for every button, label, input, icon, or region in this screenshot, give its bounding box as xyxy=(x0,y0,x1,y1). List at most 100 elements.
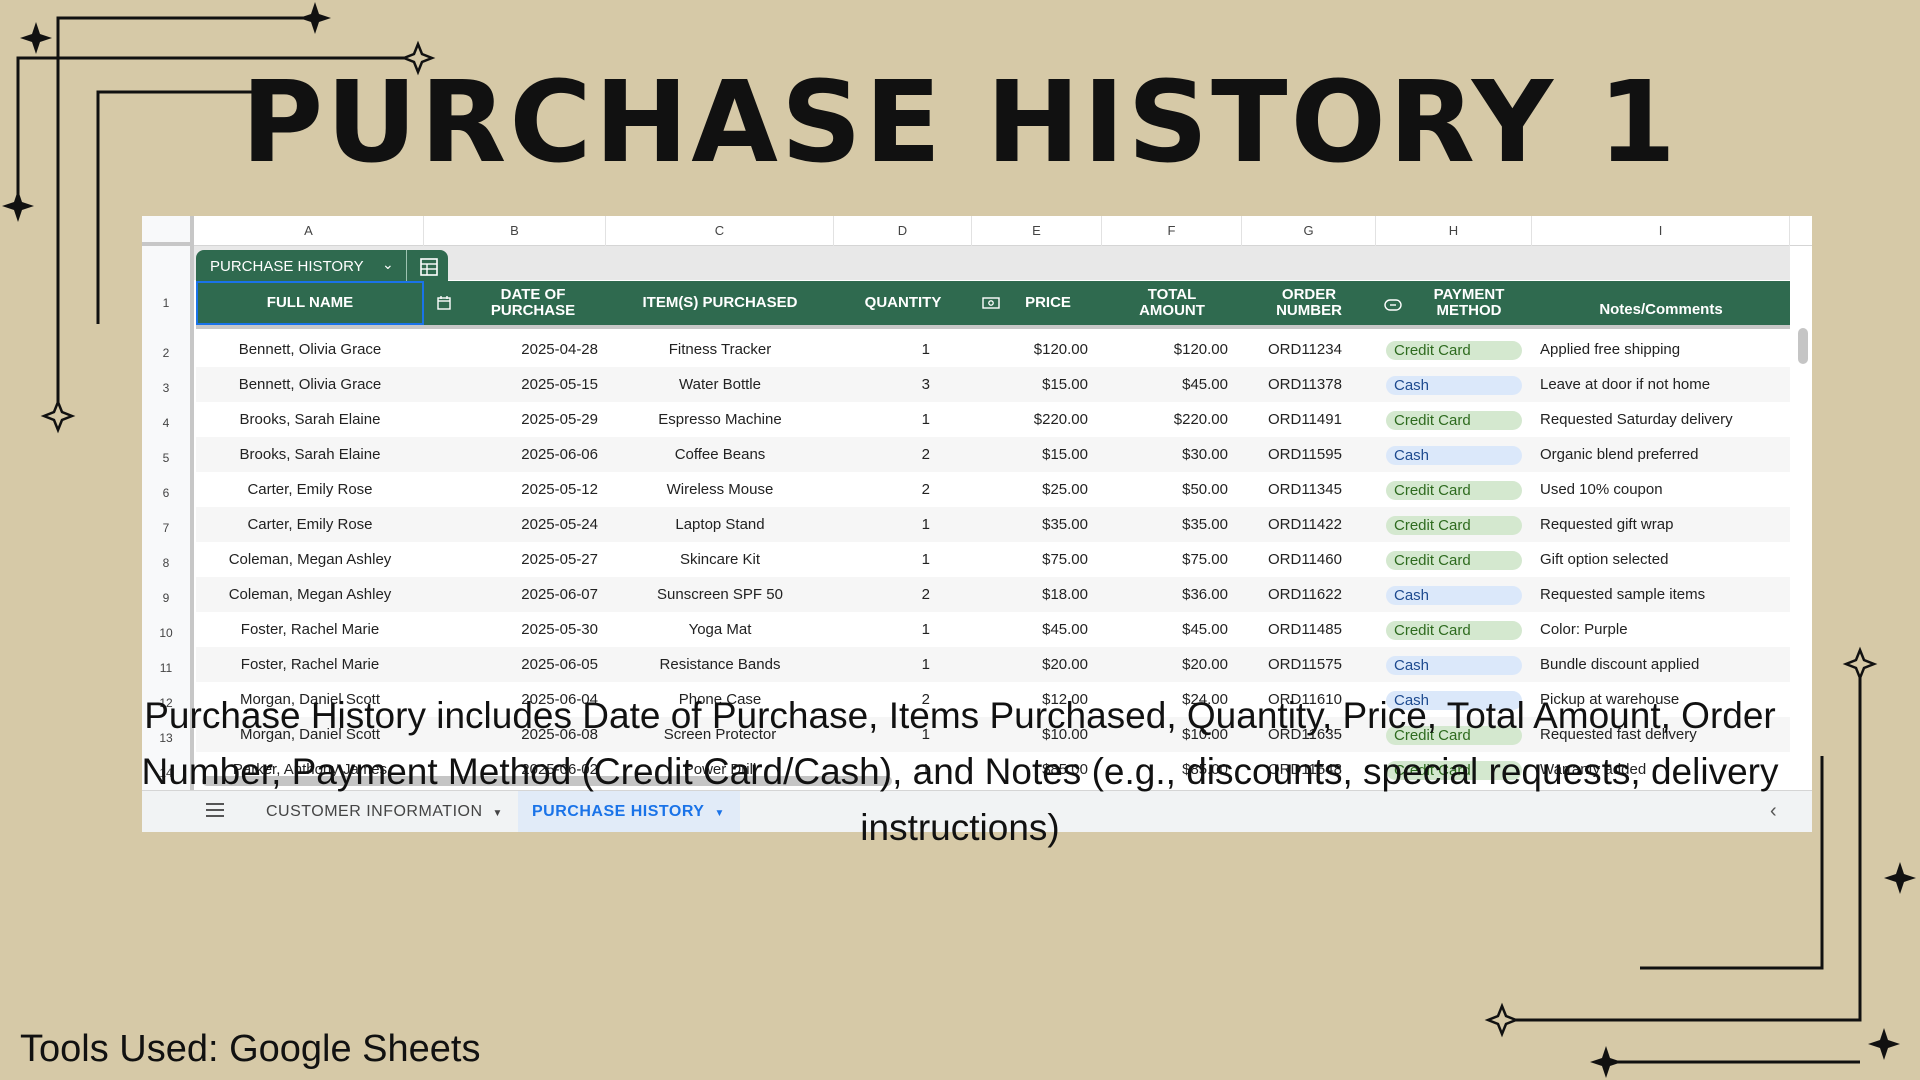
column-letter[interactable]: I xyxy=(1532,216,1790,246)
cell-notes[interactable]: Requested gift wrap xyxy=(1532,507,1790,542)
payment-method-chip[interactable]: Credit Card xyxy=(1386,341,1522,360)
row-number[interactable]: 2 xyxy=(142,346,190,360)
cell-item[interactable]: Coffee Beans xyxy=(606,437,834,472)
cell-item[interactable]: Laptop Stand xyxy=(606,507,834,542)
cell-total[interactable]: $20.00 xyxy=(1102,647,1242,682)
cell-qty[interactable]: 1 xyxy=(834,542,972,577)
cell-price[interactable]: $20.00 xyxy=(972,647,1102,682)
cell-total[interactable]: $220.00 xyxy=(1102,402,1242,437)
cell-item[interactable]: Skincare Kit xyxy=(606,542,834,577)
cell-order[interactable]: ORD11622 xyxy=(1242,577,1376,612)
cell-date[interactable]: 2025-06-06 xyxy=(424,437,606,472)
cell-order[interactable]: ORD11491 xyxy=(1242,402,1376,437)
cell-date[interactable]: 2025-05-12 xyxy=(424,472,606,507)
cell-order[interactable]: ORD11345 xyxy=(1242,472,1376,507)
cell-name[interactable]: Foster, Rachel Marie xyxy=(196,612,424,647)
row-number[interactable]: 5 xyxy=(142,451,190,465)
cell-price[interactable]: $75.00 xyxy=(972,542,1102,577)
header-payment-method[interactable]: PAYMENT METHOD xyxy=(1376,281,1532,325)
cell-total[interactable]: $45.00 xyxy=(1102,367,1242,402)
cell-price[interactable]: $15.00 xyxy=(972,437,1102,472)
payment-method-chip[interactable]: Credit Card xyxy=(1386,481,1522,500)
cell-item[interactable]: Espresso Machine xyxy=(606,402,834,437)
vertical-scrollbar[interactable] xyxy=(1798,328,1808,364)
row-number[interactable]: 6 xyxy=(142,486,190,500)
cell-name[interactable]: Brooks, Sarah Elaine xyxy=(196,402,424,437)
payment-method-chip[interactable]: Cash xyxy=(1386,376,1522,395)
cell-date[interactable]: 2025-05-29 xyxy=(424,402,606,437)
header-price[interactable]: PRICE xyxy=(972,281,1102,325)
cell-notes[interactable]: Used 10% coupon xyxy=(1532,472,1790,507)
cell-name[interactable]: Bennett, Olivia Grace xyxy=(196,367,424,402)
cell-name[interactable]: Carter, Emily Rose xyxy=(196,472,424,507)
cell-name[interactable]: Coleman, Megan Ashley xyxy=(196,542,424,577)
cell-order[interactable]: ORD11234 xyxy=(1242,332,1376,367)
payment-method-chip[interactable]: Cash xyxy=(1386,446,1522,465)
payment-method-chip[interactable]: Cash xyxy=(1386,586,1522,605)
cell-item[interactable]: Wireless Mouse xyxy=(606,472,834,507)
row-number[interactable]: 7 xyxy=(142,521,190,535)
cell-order[interactable]: ORD11575 xyxy=(1242,647,1376,682)
cell-qty[interactable]: 2 xyxy=(834,472,972,507)
cell-name[interactable]: Brooks, Sarah Elaine xyxy=(196,437,424,472)
column-letter[interactable]: C xyxy=(606,216,834,246)
column-letter[interactable]: B xyxy=(424,216,606,246)
payment-method-chip[interactable]: Credit Card xyxy=(1386,411,1522,430)
cell-total[interactable]: $50.00 xyxy=(1102,472,1242,507)
cell-order[interactable]: ORD11485 xyxy=(1242,612,1376,647)
cell-total[interactable]: $35.00 xyxy=(1102,507,1242,542)
header-total-amount[interactable]: TOTAL AMOUNT xyxy=(1102,281,1242,325)
payment-method-chip[interactable]: Credit Card xyxy=(1386,516,1522,535)
cell-total[interactable]: $36.00 xyxy=(1102,577,1242,612)
cell-qty[interactable]: 2 xyxy=(834,437,972,472)
cell-notes[interactable]: Organic blend preferred xyxy=(1532,437,1790,472)
cell-notes[interactable]: Requested sample items xyxy=(1532,577,1790,612)
cell-item[interactable]: Water Bottle xyxy=(606,367,834,402)
cell-date[interactable]: 2025-04-28 xyxy=(424,332,606,367)
cell-qty[interactable]: 2 xyxy=(834,577,972,612)
column-letter[interactable]: D xyxy=(834,216,972,246)
cell-item[interactable]: Resistance Bands xyxy=(606,647,834,682)
cell-date[interactable]: 2025-06-05 xyxy=(424,647,606,682)
payment-method-chip[interactable]: Cash xyxy=(1386,656,1522,675)
cell-name[interactable]: Foster, Rachel Marie xyxy=(196,647,424,682)
row-number[interactable]: 9 xyxy=(142,591,190,605)
cell-name[interactable]: Coleman, Megan Ashley xyxy=(196,577,424,612)
payment-method-chip[interactable]: Credit Card xyxy=(1386,621,1522,640)
cell-qty[interactable]: 1 xyxy=(834,647,972,682)
cell-qty[interactable]: 1 xyxy=(834,507,972,542)
row-number[interactable]: 1 xyxy=(142,296,190,310)
cell-price[interactable]: $35.00 xyxy=(972,507,1102,542)
cell-order[interactable]: ORD11595 xyxy=(1242,437,1376,472)
payment-method-chip[interactable]: Credit Card xyxy=(1386,551,1522,570)
cell-notes[interactable]: Applied free shipping xyxy=(1532,332,1790,367)
cell-total[interactable]: $30.00 xyxy=(1102,437,1242,472)
cell-notes[interactable]: Color: Purple xyxy=(1532,612,1790,647)
cell-name[interactable]: Carter, Emily Rose xyxy=(196,507,424,542)
header-notes[interactable]: Notes/Comments xyxy=(1532,281,1790,325)
column-letter[interactable]: G xyxy=(1242,216,1376,246)
cell-total[interactable]: $120.00 xyxy=(1102,332,1242,367)
cell-price[interactable]: $25.00 xyxy=(972,472,1102,507)
column-letter[interactable]: A xyxy=(194,216,424,246)
cell-qty[interactable]: 1 xyxy=(834,332,972,367)
cell-price[interactable]: $120.00 xyxy=(972,332,1102,367)
cell-name[interactable]: Bennett, Olivia Grace xyxy=(196,332,424,367)
row-number[interactable]: 10 xyxy=(142,626,190,640)
cell-notes[interactable]: Leave at door if not home xyxy=(1532,367,1790,402)
column-letter[interactable]: E xyxy=(972,216,1102,246)
cell-item[interactable]: Yoga Mat xyxy=(606,612,834,647)
header-quantity[interactable]: QUANTITY xyxy=(834,281,972,325)
cell-item[interactable]: Sunscreen SPF 50 xyxy=(606,577,834,612)
column-letter[interactable]: F xyxy=(1102,216,1242,246)
cell-price[interactable]: $45.00 xyxy=(972,612,1102,647)
cell-notes[interactable]: Gift option selected xyxy=(1532,542,1790,577)
cell-price[interactable]: $220.00 xyxy=(972,402,1102,437)
cell-order[interactable]: ORD11460 xyxy=(1242,542,1376,577)
cell-date[interactable]: 2025-05-30 xyxy=(424,612,606,647)
header-items-purchased[interactable]: ITEM(S) PURCHASED xyxy=(606,281,834,325)
cell-date[interactable]: 2025-05-15 xyxy=(424,367,606,402)
cell-qty[interactable]: 3 xyxy=(834,367,972,402)
row-number[interactable]: 11 xyxy=(142,661,190,675)
column-letter[interactable]: H xyxy=(1376,216,1532,246)
